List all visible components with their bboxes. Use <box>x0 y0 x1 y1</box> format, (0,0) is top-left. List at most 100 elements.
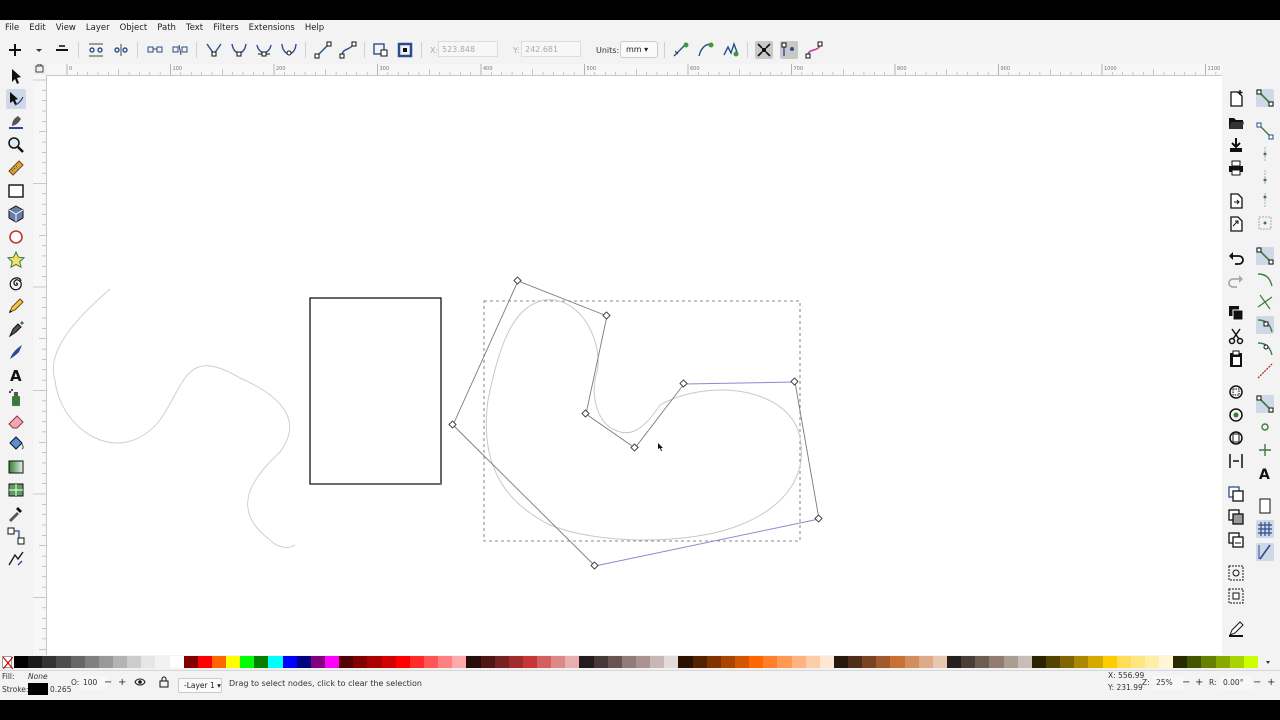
node-tool-icon[interactable] <box>6 89 26 109</box>
menu-path[interactable]: Path <box>152 23 181 33</box>
palette-swatch[interactable] <box>395 656 411 668</box>
palette-swatch[interactable] <box>593 656 609 668</box>
pencil-tool-icon[interactable] <box>6 296 26 316</box>
connector-tool-icon[interactable] <box>6 526 26 546</box>
palette-swatch[interactable] <box>367 656 383 668</box>
current-layer-select[interactable]: -Layer 1 ▾ <box>178 678 222 693</box>
palette-swatch[interactable] <box>777 656 792 668</box>
rotation-input[interactable]: 0.00° <box>1219 676 1253 690</box>
palette-swatch[interactable] <box>508 656 524 668</box>
palette-swatch[interactable] <box>890 656 906 668</box>
stroke-width-value[interactable]: 0.265 <box>50 685 71 694</box>
text-tool-icon[interactable]: A <box>6 365 26 385</box>
palette-swatch[interactable] <box>1130 656 1146 668</box>
palette-swatch[interactable] <box>183 656 199 668</box>
show-transform-handles-icon[interactable] <box>755 41 773 59</box>
palette-swatch[interactable] <box>537 656 552 668</box>
palette-swatch[interactable] <box>989 656 1005 668</box>
palette-swatch[interactable] <box>876 656 891 668</box>
object-to-path-icon[interactable] <box>372 41 390 59</box>
palette-swatch[interactable] <box>1215 656 1231 668</box>
snap-cusp-nodes-icon[interactable] <box>1256 316 1274 334</box>
palette-swatch[interactable] <box>70 656 86 668</box>
zoom-drawing-icon[interactable] <box>1227 406 1245 424</box>
snap-grid-icon[interactable] <box>1256 520 1274 538</box>
palette-swatch[interactable] <box>452 656 467 668</box>
open-document-icon[interactable] <box>1227 113 1245 131</box>
rotation-increase-button[interactable]: + <box>1267 677 1275 688</box>
snap-guides-icon[interactable] <box>1256 543 1274 561</box>
path-nodes[interactable] <box>448 276 823 570</box>
selector-tool-icon[interactable] <box>6 66 26 86</box>
snap-line-midpoints-icon[interactable] <box>1256 362 1274 380</box>
rotation-decrease-button[interactable]: − <box>1253 677 1261 688</box>
snap-others-icon[interactable] <box>1256 395 1274 413</box>
palette-swatch[interactable] <box>480 656 496 668</box>
palette-swatch[interactable] <box>438 656 453 668</box>
palette-swatch[interactable] <box>282 656 298 668</box>
palette-swatch[interactable] <box>353 656 368 668</box>
palette-swatch[interactable] <box>579 656 595 668</box>
gradient-tool-icon[interactable] <box>6 457 26 477</box>
palette-swatch[interactable] <box>339 656 354 668</box>
menu-file[interactable]: File <box>0 23 24 33</box>
palette-swatch[interactable] <box>1229 656 1245 668</box>
layer-visibility-icon[interactable] <box>134 677 146 689</box>
menu-extensions[interactable]: Extensions <box>244 23 300 33</box>
menu-object[interactable]: Object <box>115 23 153 33</box>
palette-swatch[interactable] <box>918 656 934 668</box>
rectangle-tool-icon[interactable] <box>6 181 26 201</box>
group-icon[interactable] <box>1227 564 1245 582</box>
palette-swatch[interactable] <box>56 656 72 668</box>
menu-view[interactable]: View <box>51 23 81 33</box>
palette-swatch[interactable] <box>932 656 948 668</box>
palette-swatch[interactable] <box>197 656 213 668</box>
palette-swatch[interactable] <box>706 656 722 668</box>
edit-mask-icon[interactable] <box>697 41 715 59</box>
node-symmetric-icon[interactable] <box>255 41 273 59</box>
edit-clip-icon[interactable] <box>672 41 690 59</box>
palette-swatch[interactable] <box>169 656 185 668</box>
palette-swatch[interactable] <box>819 656 835 668</box>
snap-text-baseline-icon[interactable]: A <box>1256 464 1274 483</box>
palette-menu-icon[interactable] <box>1263 656 1273 668</box>
palette-swatch[interactable] <box>791 656 807 668</box>
snap-enable-icon[interactable] <box>1256 89 1274 107</box>
print-icon[interactable] <box>1227 159 1245 177</box>
rectangle-object[interactable] <box>309 297 442 485</box>
palette-swatch[interactable] <box>409 656 425 668</box>
palette-swatch[interactable] <box>805 656 821 668</box>
palette-swatch[interactable] <box>848 656 863 668</box>
palette-swatch[interactable] <box>1201 656 1217 668</box>
palette-swatch[interactable] <box>310 656 326 668</box>
paint-bucket-tool-icon[interactable] <box>6 434 26 454</box>
new-document-icon[interactable] <box>1227 90 1245 108</box>
palette-swatch[interactable] <box>240 656 255 668</box>
show-outline-icon[interactable] <box>805 41 823 59</box>
calligraphy-tool-icon[interactable] <box>6 342 26 362</box>
snap-nodes-icon[interactable] <box>1256 247 1274 265</box>
layer-lock-icon[interactable] <box>159 676 169 690</box>
palette-swatch[interactable] <box>1060 656 1075 668</box>
snap-bbox-edge-icon[interactable] <box>1256 145 1274 163</box>
zoom-tool-icon[interactable] <box>6 135 26 155</box>
menu-layer[interactable]: Layer <box>81 23 115 33</box>
palette-swatch[interactable] <box>1116 656 1132 668</box>
x-coordinate-input[interactable]: 523.848 <box>438 41 498 57</box>
stroke-color-swatch[interactable] <box>28 683 48 695</box>
palette-swatch[interactable] <box>423 656 439 668</box>
snap-page-border-icon[interactable] <box>1256 497 1274 515</box>
export-icon[interactable] <box>1227 215 1245 233</box>
menu-text[interactable]: Text <box>181 23 208 33</box>
palette-swatch[interactable] <box>975 656 990 668</box>
palette-swatch[interactable] <box>833 656 849 668</box>
palette-swatch[interactable] <box>141 656 156 668</box>
segment-line-icon[interactable] <box>314 41 332 59</box>
palette-swatch[interactable] <box>211 656 227 668</box>
palette-swatch[interactable] <box>1003 656 1019 668</box>
zoom-selection-icon[interactable] <box>1227 383 1245 401</box>
node-smooth-icon[interactable] <box>230 41 248 59</box>
palette-swatch[interactable] <box>1031 656 1047 668</box>
palette-swatch[interactable] <box>621 656 637 668</box>
palette-swatch[interactable] <box>947 656 962 668</box>
